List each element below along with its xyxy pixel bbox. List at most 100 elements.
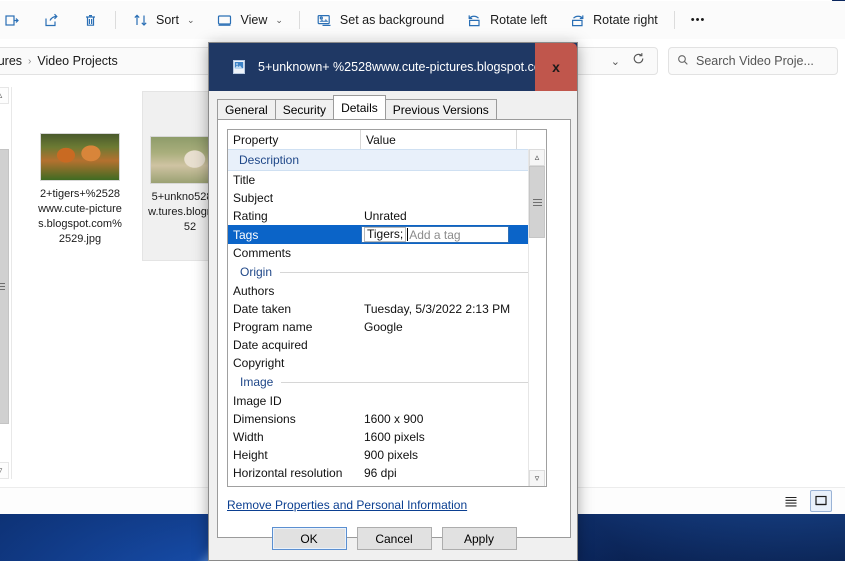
rotate-left-label: Rotate left: [490, 13, 548, 27]
share-icon: [43, 12, 60, 29]
scroll-up-button[interactable]: ▵: [0, 87, 9, 104]
tab-previous-versions[interactable]: Previous Versions: [384, 99, 497, 119]
image-file-icon: [231, 59, 247, 75]
file-name: 2+tigers+%2528www.cute-pictures.blogspot…: [38, 188, 122, 245]
more-options-button[interactable]: •••: [682, 6, 715, 34]
dialog-button-row: OK Cancel Apply: [209, 527, 579, 550]
cancel-button[interactable]: Cancel: [356, 527, 432, 550]
breadcrumb-current[interactable]: Video Projects: [37, 54, 117, 68]
rotate-left-button[interactable]: Rotate left: [457, 6, 556, 34]
tag-chip[interactable]: Tigers;: [364, 227, 407, 242]
file-properties-dialog: 5+unknown+ %2528www.cute-pictures.blogsp…: [208, 42, 578, 561]
chevron-down-icon: ⌄: [186, 14, 195, 25]
ok-button[interactable]: OK: [271, 527, 347, 550]
toolbar-divider: [115, 11, 116, 29]
share-button[interactable]: [34, 6, 69, 34]
property-row-dimensions[interactable]: Dimensions 1600 x 900: [228, 410, 530, 428]
scroll-up-button[interactable]: ▵: [529, 149, 545, 166]
property-row-horizontal-resolution[interactable]: Horizontal resolution 96 dpi: [228, 464, 530, 482]
tags-input[interactable]: Tigers; Add a tag: [361, 226, 509, 243]
scrollbar-thumb[interactable]: [529, 166, 545, 238]
group-divider: [307, 160, 530, 161]
property-row-image-id[interactable]: Image ID: [228, 392, 530, 410]
scroll-down-button[interactable]: ▿: [0, 462, 9, 479]
scroll-down-button[interactable]: ▿: [529, 470, 545, 486]
properties-rows: Description Title Subject Rating Unrated: [228, 149, 530, 482]
scrollbar-grip-icon: [0, 283, 5, 290]
breadcrumb-parent[interactable]: ctures: [0, 54, 22, 68]
tab-general[interactable]: General: [217, 99, 276, 119]
dialog-title: 5+unknown+ %2528www.cute-pictures.blogsp…: [258, 60, 552, 74]
view-button[interactable]: View ⌄: [207, 6, 291, 34]
remove-properties-link[interactable]: Remove Properties and Personal Informati…: [227, 498, 467, 512]
property-row-tags[interactable]: Tags Tigers; Add a tag: [228, 225, 530, 244]
property-row-width[interactable]: Width 1600 pixels: [228, 428, 530, 446]
property-row-program-name[interactable]: Program name Google: [228, 318, 530, 336]
set-as-background-icon: [316, 12, 333, 29]
breadcrumb[interactable]: ctures › Video Projects: [0, 47, 215, 75]
rotate-right-icon: [569, 12, 586, 29]
scrollbar-thumb[interactable]: [0, 149, 9, 424]
list-item[interactable]: 2+tigers+%2528www.cute-pictures.blogspot…: [32, 127, 128, 255]
tab-details[interactable]: Details: [333, 95, 386, 119]
group-divider: [280, 271, 530, 273]
view-toggle-group: [780, 490, 832, 512]
details-view-icon[interactable]: [780, 490, 802, 512]
column-header-spacer: [517, 130, 531, 149]
property-row-rating[interactable]: Rating Unrated: [228, 207, 530, 225]
property-row-date-taken[interactable]: Date taken Tuesday, 5/3/2022 2:13 PM: [228, 300, 530, 318]
text-caret: [407, 228, 409, 241]
tab-security[interactable]: Security: [274, 99, 335, 119]
search-icon: [677, 54, 689, 69]
group-divider: [281, 381, 530, 383]
property-group-origin: Origin: [228, 262, 530, 282]
rename-icon: [4, 12, 21, 29]
chevron-down-icon: ⌄: [275, 14, 283, 25]
large-icons-view-icon[interactable]: [810, 490, 832, 512]
property-row-copyright[interactable]: Copyright: [228, 354, 530, 372]
delete-button[interactable]: [73, 6, 108, 34]
sort-label: Sort: [156, 13, 179, 27]
property-row-height[interactable]: Height 900 pixels: [228, 446, 530, 464]
scrollbar-grip-icon: [532, 198, 542, 206]
sort-button[interactable]: Sort ⌄: [123, 6, 203, 34]
property-row-title[interactable]: Title: [228, 171, 530, 189]
tags-placeholder: Add a tag: [409, 227, 461, 242]
chevron-down-icon[interactable]: ⌄: [611, 55, 620, 68]
property-row-comments[interactable]: Comments: [228, 244, 530, 262]
property-row-authors[interactable]: Authors: [228, 282, 530, 300]
dialog-title-bar[interactable]: 5+unknown+ %2528www.cute-pictures.blogsp…: [209, 43, 577, 91]
dialog-tab-strip: General Security Details Previous Versio…: [217, 95, 497, 119]
rotate-left-icon: [466, 12, 483, 29]
toolbar-divider: [298, 11, 300, 29]
details-tab-panel: Property Value Description Title Subject: [217, 119, 571, 538]
refresh-icon[interactable]: [632, 52, 645, 70]
toolbar-divider: [673, 11, 675, 29]
delete-icon: [82, 12, 99, 29]
property-group-description: Description: [228, 149, 530, 171]
rotate-right-button[interactable]: Rotate right: [560, 6, 667, 34]
address-right-group: ⌄ Search Video Proje...: [562, 47, 838, 75]
set-as-background-button[interactable]: Set as background: [307, 6, 453, 34]
column-header-value[interactable]: Value: [361, 130, 517, 149]
property-row-subject[interactable]: Subject: [228, 189, 530, 207]
column-header-property[interactable]: Property: [228, 130, 361, 149]
explorer-command-bar: Sort ⌄ View ⌄ Set as background Rotate l…: [0, 1, 845, 39]
property-row-date-acquired[interactable]: Date acquired: [228, 336, 530, 354]
properties-scrollbar[interactable]: ▵ ▿: [528, 149, 546, 486]
breadcrumb-separator-icon: ›: [28, 55, 32, 67]
file-thumbnail: [40, 133, 120, 181]
apply-button[interactable]: Apply: [441, 527, 517, 550]
sort-icon: [132, 12, 149, 29]
file-list-scrollbar[interactable]: ▵ ▿: [0, 87, 12, 479]
set-as-background-label: Set as background: [339, 13, 445, 27]
search-input[interactable]: Search Video Proje...: [696, 54, 814, 68]
rotate-right-label: Rotate right: [593, 13, 658, 27]
view-icon: [216, 12, 233, 29]
close-icon[interactable]: x: [535, 43, 577, 91]
rename-button[interactable]: [0, 6, 30, 34]
properties-list[interactable]: Property Value Description Title Subject: [227, 129, 547, 487]
search-box[interactable]: Search Video Proje...: [668, 47, 838, 75]
property-group-image: Image: [228, 372, 530, 392]
properties-header: Property Value: [228, 130, 546, 150]
